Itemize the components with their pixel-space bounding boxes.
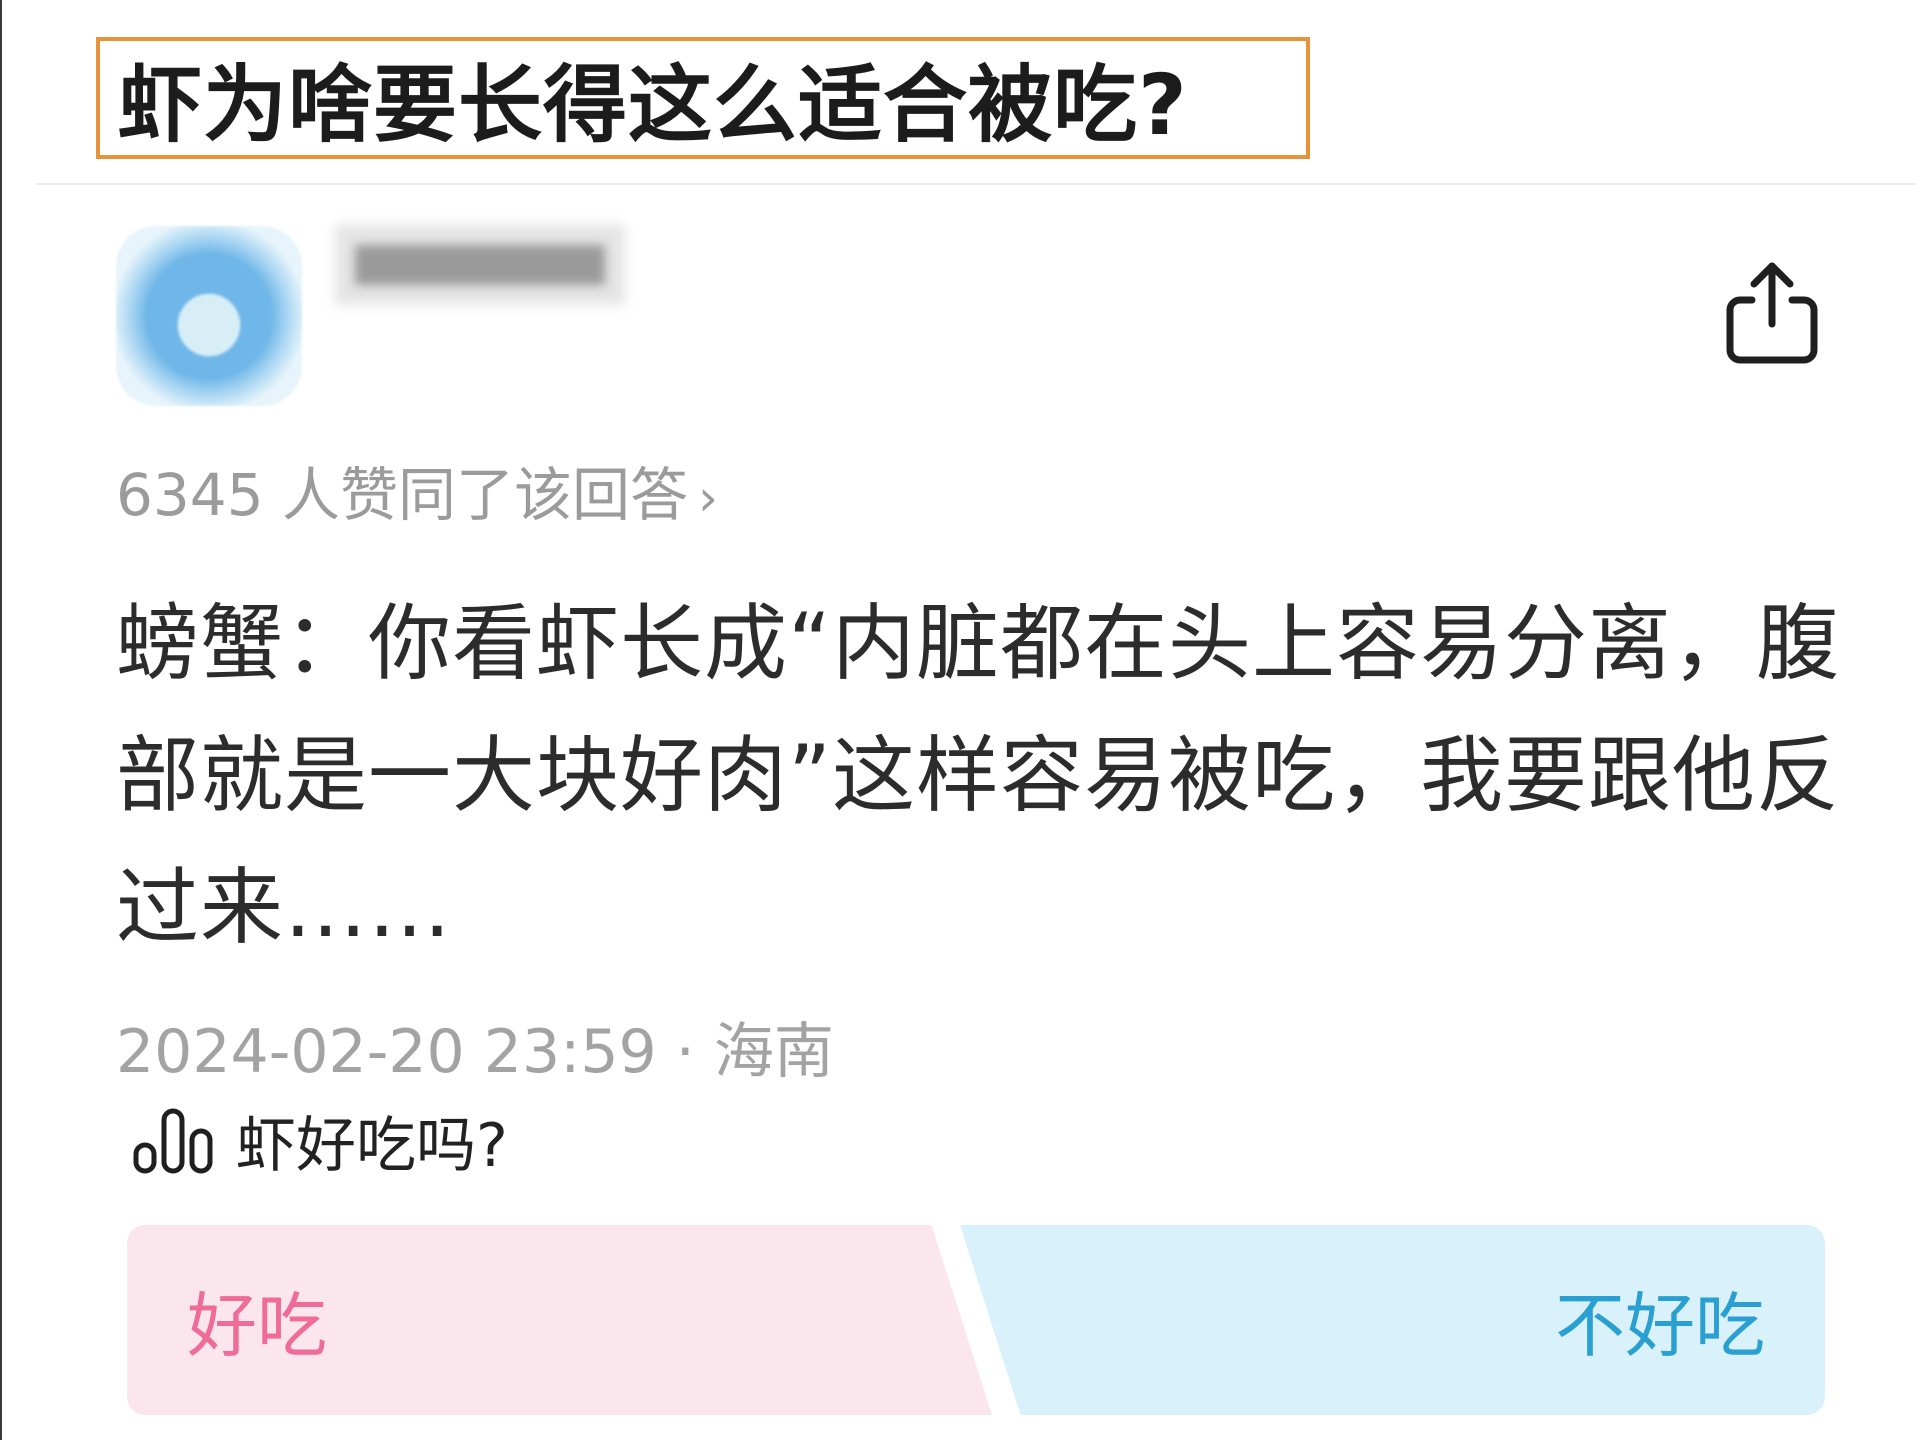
author-name-blurred[interactable] [335, 213, 625, 313]
poll-question: 虾好吃吗? [132, 1105, 508, 1181]
share-icon [1726, 262, 1818, 364]
poll-question-text: 虾好吃吗? [236, 1110, 508, 1181]
poll-bars-icon [133, 1108, 213, 1174]
share-button[interactable] [1722, 258, 1822, 368]
answer-meta: 2024-02-20 23:59 · 海南 [116, 1017, 834, 1087]
poll-option-yes[interactable]: 好吃 [127, 1225, 992, 1415]
divider [36, 183, 1916, 185]
question-title: 虾为啥要长得这么适合被吃? [118, 55, 1188, 154]
window-edge [0, 0, 2, 1440]
poll-option-yes-label: 好吃 [187, 1284, 327, 1367]
chevron-right-icon: › [698, 469, 719, 527]
avatar[interactable] [116, 226, 302, 406]
poll-option-no-label: 不好吃 [1555, 1284, 1765, 1367]
likes-link[interactable]: 6345 人赞同了该回答 › [116, 448, 718, 532]
answer-content: 螃蟹：你看虾长成“内脏都在头上容易分离，腹部就是一大块好肉”这样容易被吃，我要跟… [116, 595, 1840, 956]
poll-option-no[interactable]: 不好吃 [960, 1225, 1825, 1415]
question-title-box[interactable]: 虾为啥要长得这么适合被吃? [96, 37, 1310, 159]
likes-count: 6345 人赞同了该回答 [116, 461, 689, 529]
